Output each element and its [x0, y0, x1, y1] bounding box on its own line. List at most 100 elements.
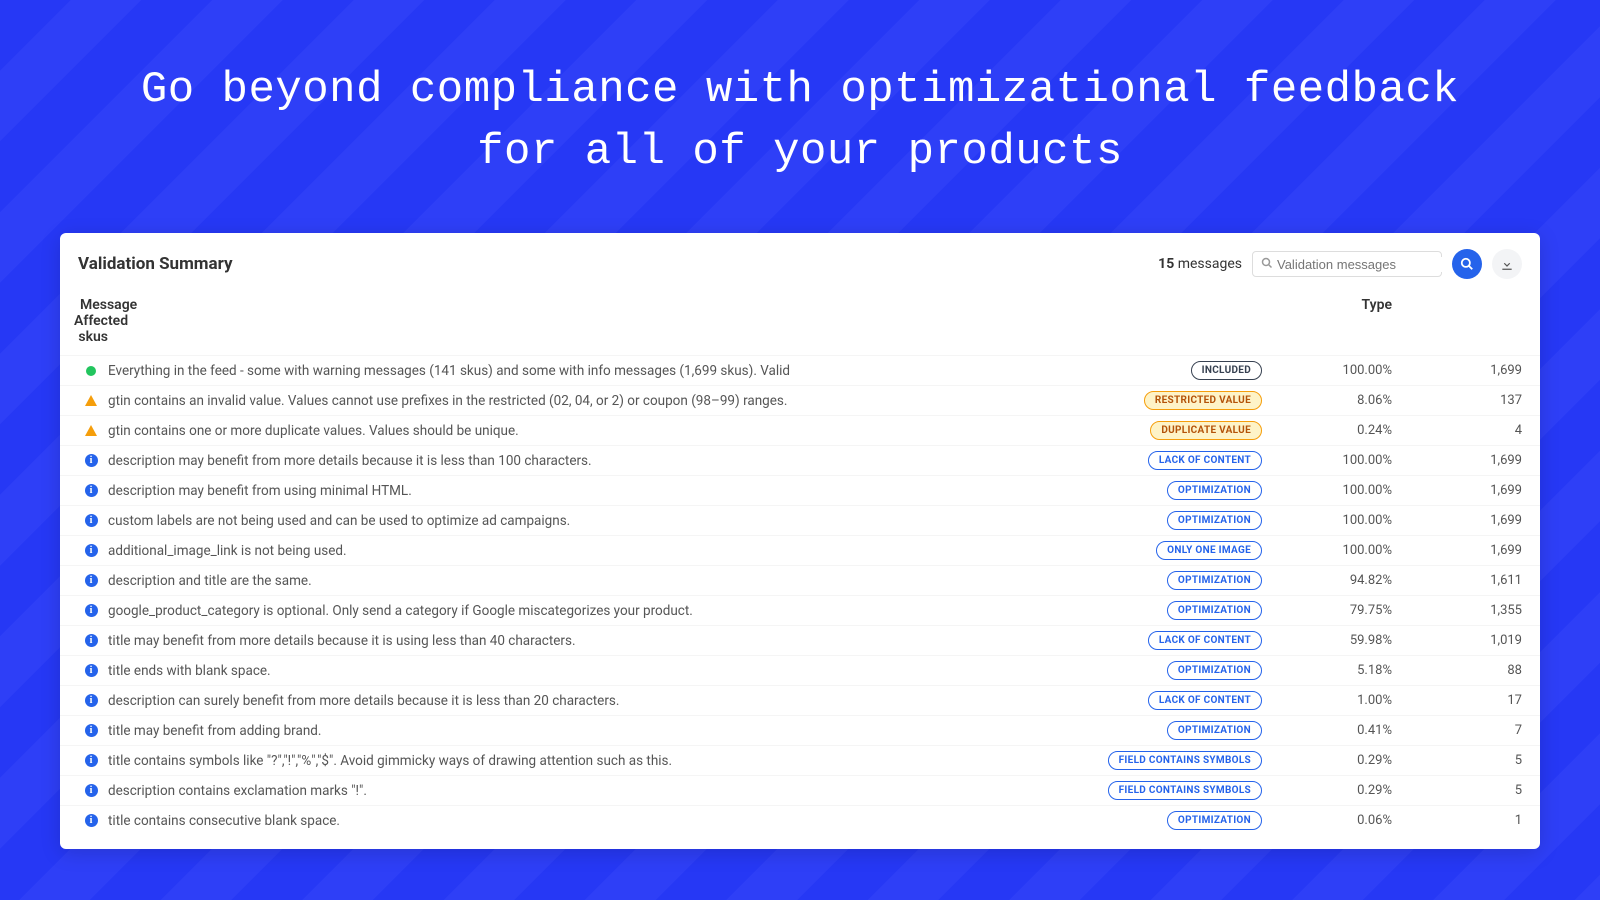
- type-badge: INCLUDED: [1191, 361, 1262, 380]
- row-type: OPTIMIZATION: [1072, 721, 1262, 740]
- table-row[interactable]: gtin contains an invalid value. Values c…: [60, 385, 1540, 415]
- row-message: title may benefit from more details beca…: [108, 633, 1072, 649]
- type-badge: FIELD CONTAINS SYMBOLS: [1108, 781, 1262, 800]
- row-percent: 0.29%: [1262, 783, 1392, 798]
- search-input-wrap[interactable]: ×: [1252, 251, 1442, 277]
- info-icon: i: [85, 694, 98, 707]
- row-type: INCLUDED: [1072, 361, 1262, 380]
- info-icon: i: [85, 724, 98, 737]
- row-skus: 5: [1392, 783, 1522, 798]
- table-row[interactable]: i description may benefit from using mini…: [60, 475, 1540, 505]
- row-icon-cell: i: [74, 574, 108, 587]
- validation-summary-panel: Validation Summary 15 messages × Message: [60, 233, 1540, 849]
- table-row[interactable]: i google_product_category is optional. On…: [60, 595, 1540, 625]
- row-message: Everything in the feed - some with warni…: [108, 363, 1072, 379]
- info-icon: i: [85, 814, 98, 827]
- row-skus: 7: [1392, 723, 1522, 738]
- row-message: google_product_category is optional. Onl…: [108, 603, 1072, 619]
- info-icon: i: [85, 754, 98, 767]
- table-row[interactable]: idescription may benefit from more detai…: [60, 445, 1540, 475]
- info-icon: i: [85, 454, 98, 467]
- row-type: OPTIMIZATION: [1072, 571, 1262, 590]
- row-percent: 100.00%: [1262, 543, 1392, 558]
- row-type: FIELD CONTAINS SYMBOLS: [1072, 781, 1262, 800]
- row-skus: 1,355: [1392, 603, 1522, 618]
- row-skus: 1,019: [1392, 633, 1522, 648]
- row-percent: 1.00%: [1262, 693, 1392, 708]
- type-badge: ONLY ONE IMAGE: [1156, 541, 1262, 560]
- panel-title: Validation Summary: [78, 254, 233, 274]
- hero-title: Go beyond compliance with optimizational…: [0, 0, 1600, 213]
- row-percent: 0.24%: [1262, 423, 1392, 438]
- table-row[interactable]: idescription can surely benefit from mor…: [60, 685, 1540, 715]
- search-icon: [1261, 257, 1273, 272]
- row-type: OPTIMIZATION: [1072, 511, 1262, 530]
- row-percent: 0.06%: [1262, 813, 1392, 828]
- row-skus: 5: [1392, 753, 1522, 768]
- row-skus: 17: [1392, 693, 1522, 708]
- search-input[interactable]: [1277, 257, 1453, 272]
- col-percent: [1392, 297, 1522, 313]
- row-icon-cell: [74, 425, 108, 436]
- row-icon-cell: i: [74, 484, 108, 497]
- table-row[interactable]: i title may benefit from more details bec…: [60, 625, 1540, 655]
- row-skus: 1: [1392, 813, 1522, 828]
- row-message: additional_image_link is not being used.: [108, 543, 1072, 559]
- table-row[interactable]: ititle contains consecutive blank space.…: [60, 805, 1540, 835]
- row-message: title ends with blank space.: [108, 663, 1072, 679]
- table-row[interactable]: Everything in the feed - some with warni…: [60, 355, 1540, 385]
- row-icon-cell: i: [74, 724, 108, 737]
- row-message: custom labels are not being used and can…: [108, 513, 1072, 529]
- type-badge: FIELD CONTAINS SYMBOLS: [1108, 751, 1262, 770]
- row-message: description contains exclamation marks "…: [108, 783, 1072, 799]
- row-skus: 1,611: [1392, 573, 1522, 588]
- info-icon: i: [85, 574, 98, 587]
- table-row[interactable]: gtin contains one or more duplicate valu…: [60, 415, 1540, 445]
- row-type: FIELD CONTAINS SYMBOLS: [1072, 751, 1262, 770]
- info-icon: i: [85, 544, 98, 557]
- col-affected-skus[interactable]: Affected skus: [74, 313, 108, 345]
- col-type[interactable]: Type: [1262, 297, 1392, 313]
- row-percent: 59.98%: [1262, 633, 1392, 648]
- row-message: title may benefit from adding brand.: [108, 723, 1072, 739]
- row-type: OPTIMIZATION: [1072, 811, 1262, 830]
- table-row[interactable]: i custom labels are not being used and ca…: [60, 505, 1540, 535]
- search-button[interactable]: [1452, 249, 1482, 279]
- row-message: description may benefit from using minim…: [108, 483, 1072, 499]
- type-badge: OPTIMIZATION: [1167, 601, 1262, 620]
- row-percent: 94.82%: [1262, 573, 1392, 588]
- row-percent: 5.18%: [1262, 663, 1392, 678]
- table-row[interactable]: i title may benefit from adding brand.OPT…: [60, 715, 1540, 745]
- info-icon: i: [85, 484, 98, 497]
- row-icon-cell: i: [74, 784, 108, 797]
- row-icon-cell: i: [74, 514, 108, 527]
- type-badge: OPTIMIZATION: [1167, 481, 1262, 500]
- warning-icon: [85, 395, 97, 406]
- info-icon: i: [85, 514, 98, 527]
- message-count-number: 15: [1158, 256, 1174, 272]
- ok-dot-icon: [86, 366, 96, 376]
- info-icon: i: [85, 604, 98, 617]
- row-icon-cell: [74, 366, 108, 376]
- table-row[interactable]: i additional_image_link is not being used…: [60, 535, 1540, 565]
- row-skus: 1,699: [1392, 513, 1522, 528]
- table-row[interactable]: i description contains exclamation marks …: [60, 775, 1540, 805]
- row-icon-cell: [74, 395, 108, 406]
- panel-header: Validation Summary 15 messages ×: [60, 233, 1540, 287]
- col-message[interactable]: Message: [74, 297, 1072, 313]
- download-button[interactable]: [1492, 249, 1522, 279]
- table-row[interactable]: ititle ends with blank space.OPTIMIZATIO…: [60, 655, 1540, 685]
- row-skus: 137: [1392, 393, 1522, 408]
- table-row[interactable]: ititle contains symbols like "?","!","%"…: [60, 745, 1540, 775]
- row-skus: 1,699: [1392, 363, 1522, 378]
- info-icon: i: [85, 784, 98, 797]
- type-badge: OPTIMIZATION: [1167, 571, 1262, 590]
- table-row[interactable]: idescription and title are the same.OPTI…: [60, 565, 1540, 595]
- row-icon-cell: i: [74, 694, 108, 707]
- info-icon: i: [85, 634, 98, 647]
- row-skus: 1,699: [1392, 453, 1522, 468]
- row-type: LACK OF CONTENT: [1072, 631, 1262, 650]
- row-percent: 79.75%: [1262, 603, 1392, 618]
- row-percent: 100.00%: [1262, 363, 1392, 378]
- row-icon-cell: i: [74, 454, 108, 467]
